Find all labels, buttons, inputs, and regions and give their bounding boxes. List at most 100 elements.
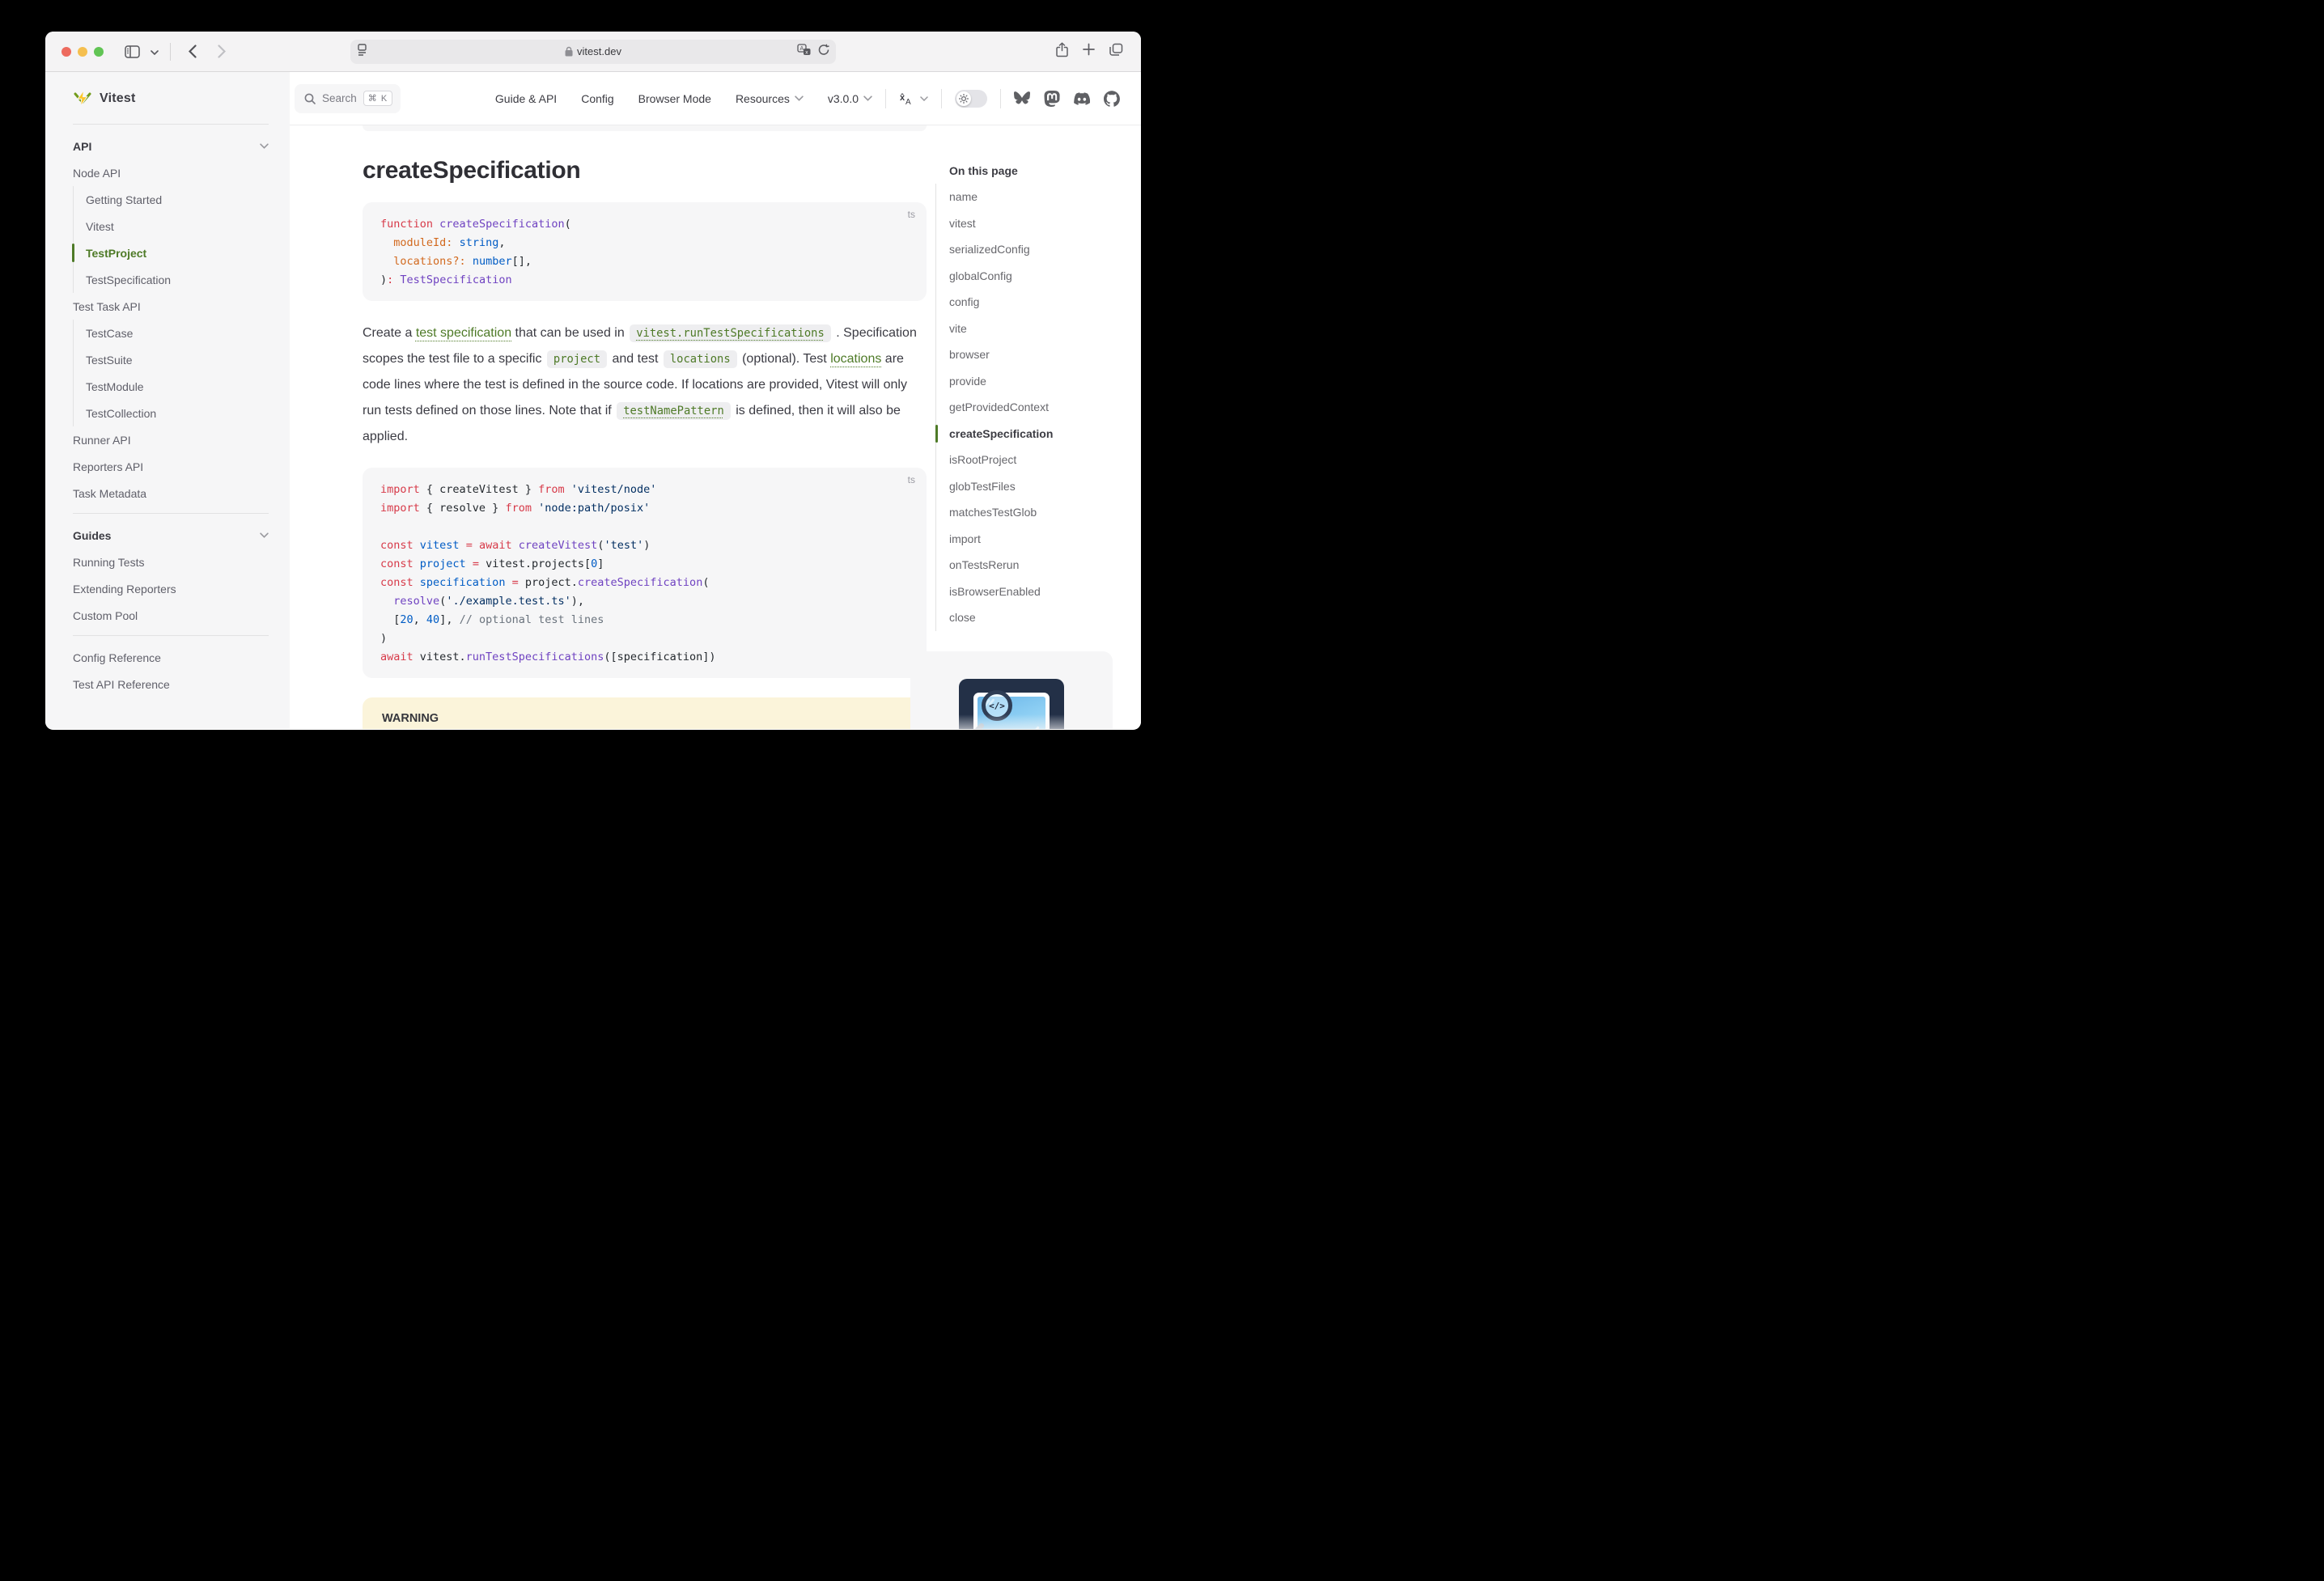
new-tab-icon[interactable] [1083, 44, 1095, 60]
sidebar-item[interactable]: TestSuite [86, 346, 269, 373]
navbar-divider [941, 89, 942, 108]
sidebar-item[interactable]: Reporters API [73, 453, 269, 480]
navbar-divider [1000, 89, 1001, 108]
theme-toggle[interactable] [955, 90, 987, 108]
nav-link-guide-api[interactable]: Guide & API [495, 92, 557, 105]
forward-button[interactable] [211, 41, 232, 62]
address-bar[interactable]: vitest.dev A x [350, 40, 836, 64]
sidebar-item[interactable]: Vitest [86, 213, 269, 239]
zoom-window-button[interactable] [94, 47, 104, 57]
toc-item-vite[interactable]: vite [949, 316, 1141, 342]
sidebar-item-active[interactable]: TestProject [86, 239, 269, 266]
github-icon[interactable] [1104, 91, 1120, 107]
back-button[interactable] [182, 41, 203, 62]
translate-language-icon: x̂ A [899, 91, 915, 106]
sidebar-item[interactable]: Test API Reference [73, 671, 269, 697]
sidebar-item[interactable]: Runner API [73, 426, 269, 453]
navbar-divider [885, 89, 886, 108]
svg-text:A: A [800, 46, 804, 52]
sidebar-item[interactable]: Custom Pool [73, 602, 269, 629]
toc-item-globalConfig[interactable]: globalConfig [949, 263, 1141, 290]
tab-overview-icon[interactable] [1109, 43, 1123, 60]
nav-link-v3-0-0[interactable]: v3.0.0 [828, 92, 872, 105]
inline-code-link[interactable]: testNamePattern [617, 402, 731, 420]
toc-list: namevitestserializedConfigglobalConfigco… [935, 184, 1141, 631]
toc-item-getProvidedContext[interactable]: getProvidedContext [949, 394, 1141, 421]
sidebar-toggle-icon[interactable] [121, 41, 142, 62]
sidebar-section-title: API [73, 140, 91, 153]
code-content[interactable]: function createSpecification( moduleId: … [380, 215, 909, 290]
chevron-down-icon [795, 95, 804, 101]
toc-item-serializedConfig[interactable]: serializedConfig [949, 236, 1141, 263]
language-menu[interactable]: x̂ A [899, 91, 928, 106]
reader-view-icon[interactable] [357, 44, 367, 60]
code-content[interactable]: import { createVitest } from 'vitest/nod… [380, 481, 909, 667]
chevron-down-icon[interactable] [151, 45, 159, 59]
sponsor-card[interactable]: </> [910, 651, 1113, 729]
nav-link-resources[interactable]: Resources [736, 92, 804, 105]
toc-item-isRootProject[interactable]: isRootProject [949, 447, 1141, 473]
sidebar-item[interactable]: Config Reference [73, 644, 269, 671]
svg-text:x̂: x̂ [900, 93, 905, 103]
toc-item-createSpecification[interactable]: createSpecification [949, 421, 1141, 447]
code-lang-badge: ts [908, 474, 915, 485]
bluesky-icon[interactable] [1014, 91, 1030, 107]
code-block-signature: ts function createSpecification( moduleI… [363, 202, 927, 301]
sidebar-item[interactable]: TestCollection [86, 400, 269, 426]
minimize-window-button[interactable] [78, 47, 87, 57]
toc-item-vitest[interactable]: vitest [949, 210, 1141, 237]
sidebar-item[interactable]: Test Task API [73, 293, 269, 320]
nav-links: Guide & API Config Browser Mode Resources v3… [495, 92, 872, 105]
sidebar-item[interactable]: Task Metadata [73, 480, 269, 507]
toc-item-import[interactable]: import [949, 526, 1141, 553]
sidebar-item[interactable]: TestSpecification [86, 266, 269, 293]
sidebar-group-divider [73, 635, 269, 636]
translate-icon[interactable]: A x [797, 44, 812, 60]
sidebar-item[interactable]: Getting Started [86, 186, 269, 213]
inline-link[interactable]: test specification [416, 326, 511, 340]
inline-code-link[interactable]: vitest.runTestSpecifications [630, 324, 831, 342]
inline-link[interactable]: testNamePattern [623, 405, 724, 418]
sidebar-subgroup: Getting StartedVitestTestProjectTestSpec… [73, 186, 269, 293]
nav-link-browser-mode[interactable]: Browser Mode [638, 92, 711, 105]
toc-item-browser[interactable]: browser [949, 341, 1141, 368]
close-window-button[interactable] [61, 47, 71, 57]
sidebar-section-guides[interactable]: Guides [73, 522, 269, 549]
inline-link[interactable]: vitest.runTestSpecifications [636, 327, 825, 340]
sidebar-item[interactable]: Extending Reporters [73, 575, 269, 602]
sidebar-section-api[interactable]: API [73, 133, 269, 159]
toc-item-isBrowserEnabled[interactable]: isBrowserEnabled [949, 579, 1141, 605]
mastodon-icon[interactable] [1044, 91, 1060, 107]
reload-icon[interactable] [818, 44, 829, 60]
toc-item-onTestsRerun[interactable]: onTestsRerun [949, 552, 1141, 579]
toc-item-matchesTestGlob[interactable]: matchesTestGlob [949, 499, 1141, 526]
browser-window: vitest.dev A x [45, 32, 1141, 730]
warning-title: WARNING [382, 712, 907, 725]
chevron-down-icon [920, 96, 928, 101]
vitest-logo-icon [73, 89, 92, 108]
chevron-down-icon [260, 143, 269, 149]
nav-link-label: Browser Mode [638, 92, 711, 105]
previous-code-block-remnant [363, 125, 927, 131]
site-title: Vitest [100, 91, 135, 106]
browser-toolbar: vitest.dev A x [45, 32, 1141, 72]
page-title: createSpecification [363, 157, 927, 184]
toc-item-config[interactable]: config [949, 289, 1141, 316]
toc-item-close[interactable]: close [949, 604, 1141, 631]
sidebar-item[interactable]: Node API [73, 159, 269, 186]
site-logo[interactable]: Vitest [73, 80, 269, 117]
toc-item-globTestFiles[interactable]: globTestFiles [949, 473, 1141, 500]
sidebar-item[interactable]: Running Tests [73, 549, 269, 575]
toc-title: On this page [935, 164, 1141, 177]
discord-icon[interactable] [1074, 91, 1090, 107]
toc-item-provide[interactable]: provide [949, 368, 1141, 395]
search-label: Search [322, 92, 357, 104]
toc-item-name[interactable]: name [949, 184, 1141, 210]
share-icon[interactable] [1056, 42, 1068, 61]
sidebar-item[interactable]: TestModule [86, 373, 269, 400]
nav-link-config[interactable]: Config [581, 92, 613, 105]
inline-link[interactable]: locations [830, 352, 881, 366]
search-input[interactable]: Search ⌘ K [295, 84, 401, 113]
sidebar-item[interactable]: TestCase [86, 320, 269, 346]
desktop: vitest.dev A x [0, 0, 1162, 790]
